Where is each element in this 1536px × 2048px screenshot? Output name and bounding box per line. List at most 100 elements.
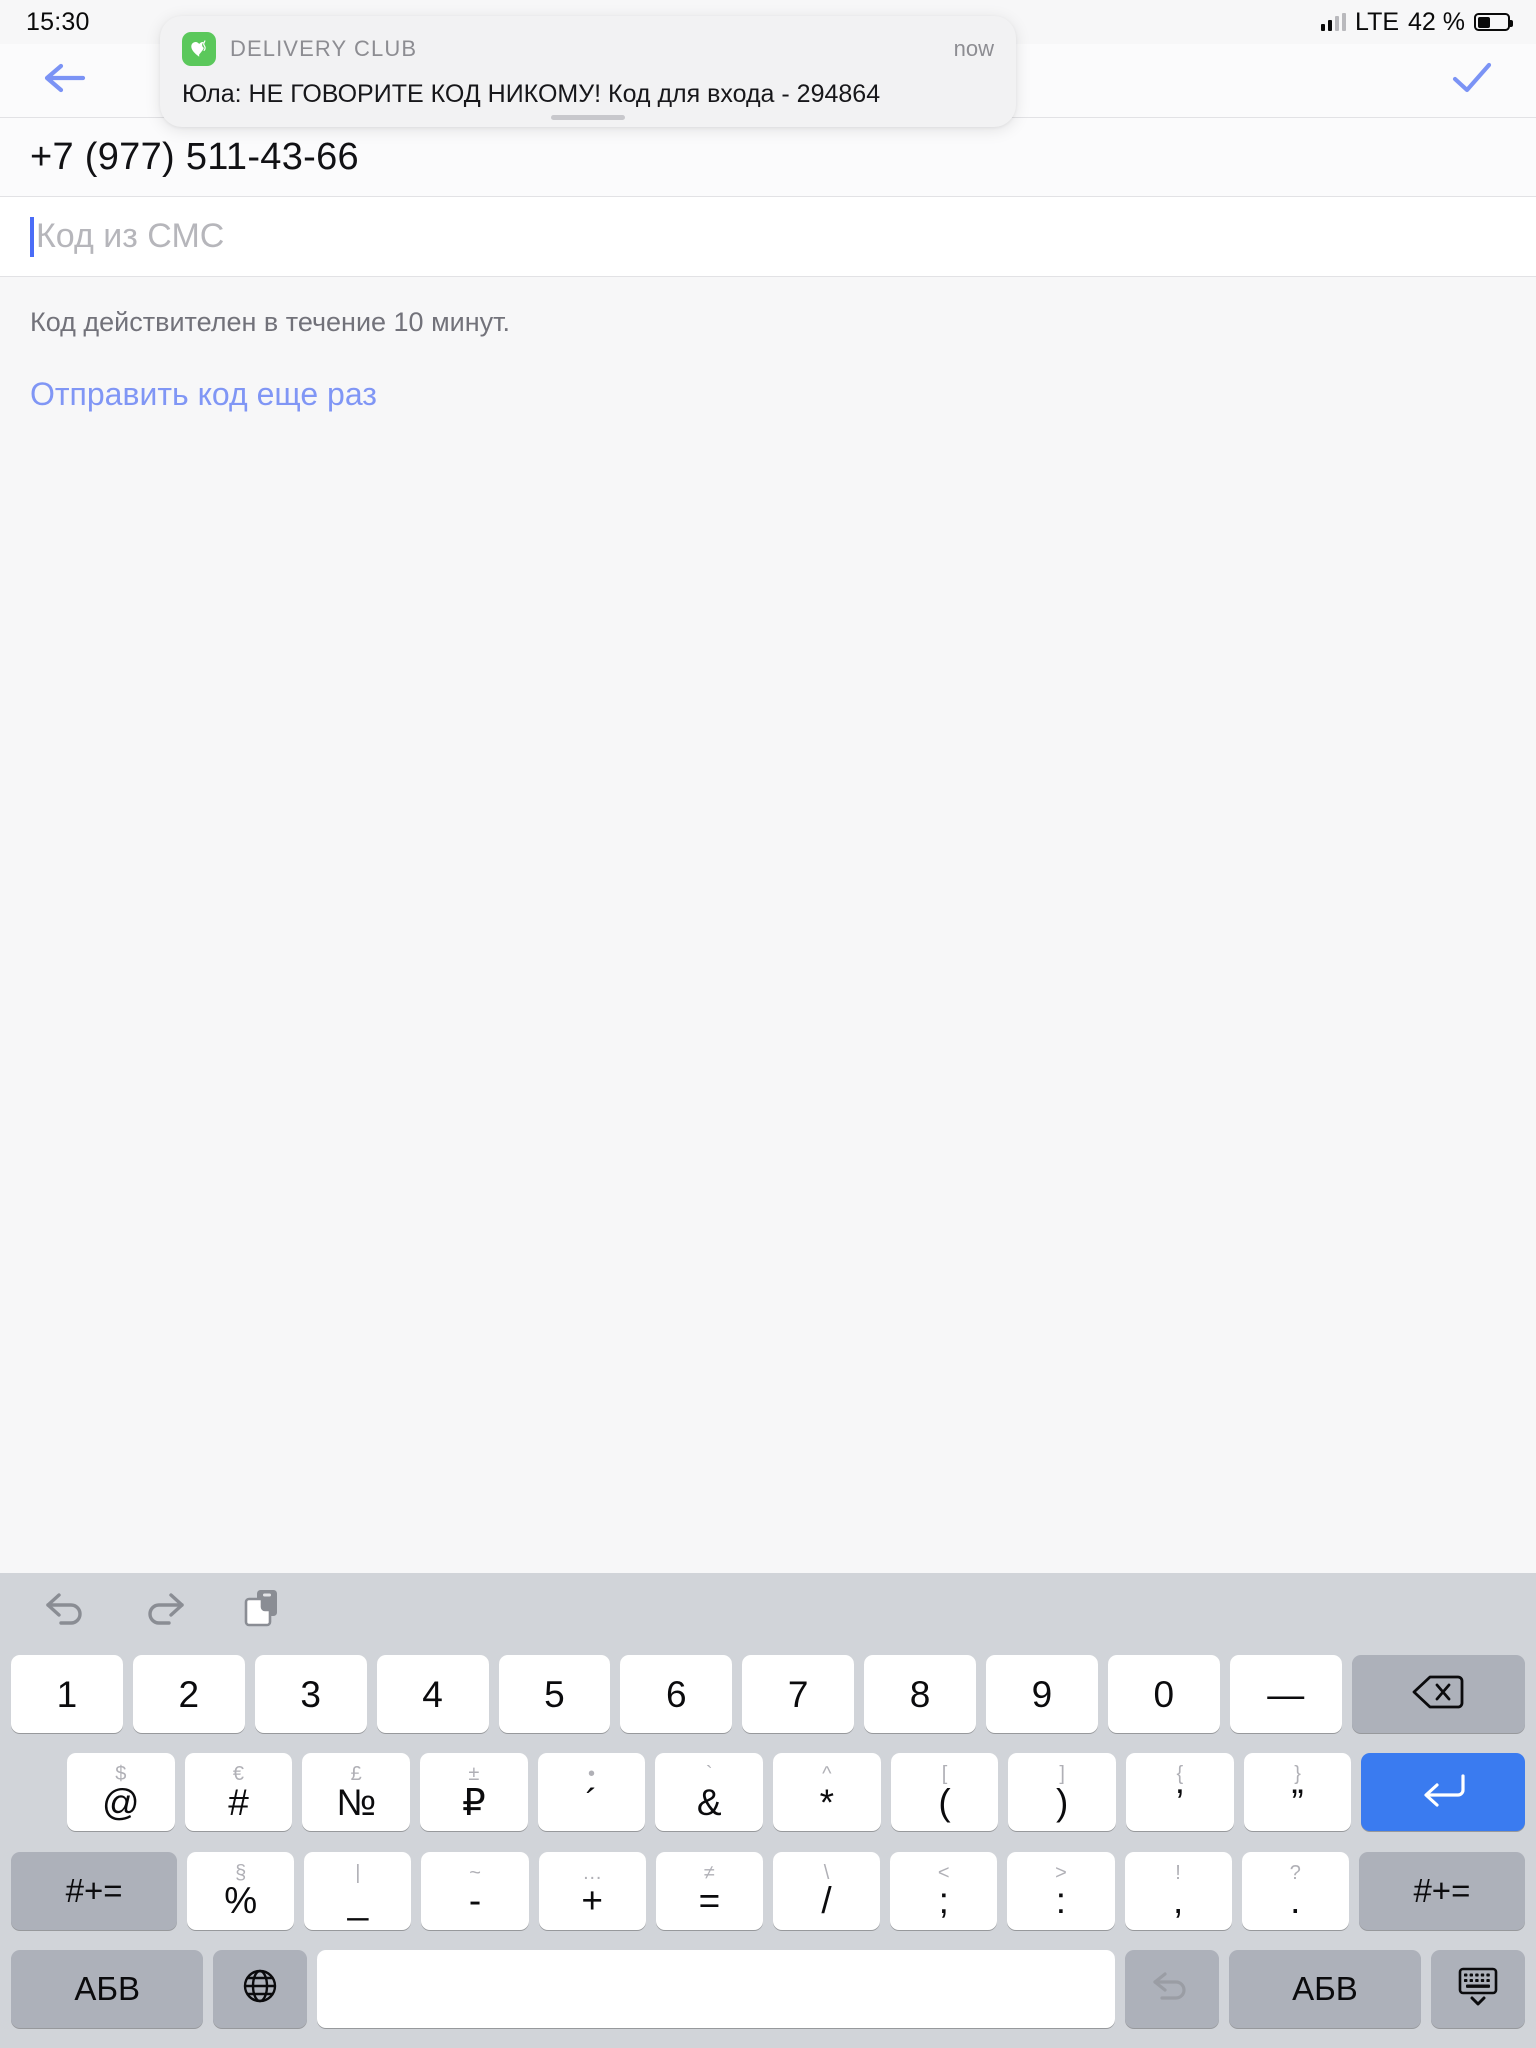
key-/[interactable]: \ / xyxy=(772,1851,881,1930)
key-symbols-right[interactable]: #+= xyxy=(1358,1851,1525,1930)
undo-button[interactable] xyxy=(38,1581,94,1637)
key---label: - xyxy=(468,1880,482,1922)
code-validity-hint: Код действителен в течение 10 минут. xyxy=(30,307,511,337)
key-8-label: 8 xyxy=(909,1673,931,1715)
done-button[interactable] xyxy=(1444,53,1500,109)
key-5[interactable]: 5 xyxy=(498,1655,611,1734)
key-´[interactable]: • ´ xyxy=(537,1753,646,1832)
key-globe[interactable] xyxy=(213,1949,308,2028)
key-@-secondary: $ xyxy=(115,1763,127,1786)
key-+[interactable]: … + xyxy=(538,1851,646,1930)
key-”-label: ” xyxy=(1291,1781,1304,1823)
key-*[interactable]: ^ * xyxy=(773,1753,881,1832)
key-7[interactable]: 7 xyxy=(742,1655,855,1734)
key-abc-right[interactable]: АБВ xyxy=(1228,1949,1422,2028)
notification-timestamp: now xyxy=(953,36,994,61)
key-backspace[interactable] xyxy=(1351,1655,1526,1734)
key-return[interactable] xyxy=(1361,1753,1526,1832)
banner-grabber-handle[interactable] xyxy=(551,114,625,120)
redo-icon xyxy=(141,1587,187,1632)
back-button[interactable] xyxy=(36,53,92,109)
resend-code-link[interactable]: Отправить код еще раз xyxy=(0,338,1536,413)
key-#-label: # xyxy=(228,1781,249,1823)
key-abc-left-label: АБВ xyxy=(74,1970,141,2008)
sms-code-input[interactable]: Код из СМС xyxy=(36,217,224,256)
key-:[interactable]: >: xyxy=(1007,1851,1115,1930)
globe-icon xyxy=(240,1966,280,2011)
key-(-label: ( xyxy=(938,1781,951,1823)
key-4[interactable]: 4 xyxy=(376,1655,489,1734)
key-)[interactable]: ]) xyxy=(1008,1753,1117,1832)
notification-app-info: DELIVERY CLUB xyxy=(182,32,417,66)
key-%-secondary: § xyxy=(235,1861,247,1884)
key-—-label: — xyxy=(1267,1673,1305,1715)
key-symbols-right-label: #+= xyxy=(1413,1872,1471,1910)
key-(-secondary: [ xyxy=(941,1763,948,1786)
sms-code-row[interactable]: Код из СМС xyxy=(0,197,1536,277)
key-1-label: 1 xyxy=(56,1673,78,1715)
key-2[interactable]: 2 xyxy=(132,1655,245,1734)
key-dictation-undo[interactable] xyxy=(1124,1949,1219,2028)
key-6[interactable]: 6 xyxy=(620,1655,733,1734)
back-arrow-icon xyxy=(41,58,87,103)
text-caret xyxy=(30,216,34,257)
key-*-secondary: ^ xyxy=(822,1763,832,1786)
keyboard-key-rows: 1 2 3 4 5 6 7 8 9 0— $ @ € # £ № ± ₽ • ´ ` & ^ *[(]){’}” #+= §%… xyxy=(0,1645,1536,2048)
key-#-secondary: € xyxy=(232,1763,245,1786)
paste-button[interactable] xyxy=(234,1581,290,1637)
key-5-label: 5 xyxy=(544,1673,565,1715)
key-abc-left[interactable]: АБВ xyxy=(11,1949,204,2028)
key-₽[interactable]: ± ₽ xyxy=(420,1753,528,1832)
key-₽-secondary: ± xyxy=(468,1763,480,1786)
key-’-label: ’ xyxy=(1175,1781,1184,1823)
key-8[interactable]: 8 xyxy=(864,1655,976,1734)
key-;[interactable]: <; xyxy=(890,1851,998,1930)
key-:-label: : xyxy=(1055,1880,1067,1922)
key-’[interactable]: {’ xyxy=(1126,1753,1234,1832)
phone-number-row[interactable]: +7 (977) 511-43-66 xyxy=(0,118,1536,197)
key-—[interactable]: — xyxy=(1229,1655,1342,1734)
key-_[interactable]: | _ xyxy=(304,1851,412,1930)
verification-form: +7 (977) 511-43-66 Код из СМС Код действ… xyxy=(0,118,1536,413)
on-screen-keyboard: 1 2 3 4 5 6 7 8 9 0— $ @ € # £ № ± ₽ • ´ ` & ^ *[(]){’}” #+= §%… xyxy=(0,1573,1536,2048)
key-3[interactable]: 3 xyxy=(254,1655,367,1734)
key-№[interactable]: £ № xyxy=(302,1753,410,1832)
key-+-label: + xyxy=(581,1880,604,1922)
notification-app-name: DELIVERY CLUB xyxy=(230,36,418,61)
key-=[interactable]: ≠ = xyxy=(655,1851,763,1930)
key-([interactable]: [( xyxy=(890,1753,999,1832)
key-%[interactable]: §% xyxy=(187,1851,295,1930)
key--[interactable]: ~ - xyxy=(421,1851,529,1930)
key-)-secondary: ] xyxy=(1059,1763,1065,1786)
key-abc-right-label: АБВ xyxy=(1292,1970,1358,2008)
delivery-club-icon xyxy=(182,32,216,66)
key-0[interactable]: 0 xyxy=(1107,1655,1220,1734)
key-_-secondary: | xyxy=(355,1861,361,1884)
key-”[interactable]: }” xyxy=(1243,1753,1352,1832)
key-.[interactable]: ?. xyxy=(1241,1851,1349,1930)
key-:-secondary: > xyxy=(1055,1861,1067,1884)
key-hide-keyboard[interactable] xyxy=(1431,1949,1525,2028)
key-&[interactable]: ` & xyxy=(655,1753,764,1832)
key-/-label: / xyxy=(821,1880,832,1922)
key-.-label: . xyxy=(1290,1880,1301,1922)
key-_-label: _ xyxy=(347,1880,369,1922)
backspace-icon xyxy=(1410,1672,1466,1717)
key-,[interactable]: !, xyxy=(1124,1851,1232,1930)
key-space[interactable] xyxy=(317,1949,1115,2028)
notification-banner[interactable]: DELIVERY CLUB now Юла: НЕ ГОВОРИТЕ КОД Н… xyxy=(160,16,1016,127)
key-*-label: * xyxy=(819,1781,835,1823)
key-1[interactable]: 1 xyxy=(11,1655,123,1734)
key-№-secondary: £ xyxy=(350,1763,362,1786)
status-right-cluster: LTE 42 % xyxy=(1320,7,1513,37)
keyboard-row-symbols-1: $ @ € # £ № ± ₽ • ´ ` & ^ *[(]){’}” xyxy=(6,1743,1530,1841)
key-symbols-left[interactable]: #+= xyxy=(11,1851,178,1930)
key-3-label: 3 xyxy=(300,1673,321,1715)
battery-percent-label: 42 % xyxy=(1408,7,1465,36)
redo-button[interactable] xyxy=(136,1581,192,1637)
checkmark-icon xyxy=(1450,59,1494,102)
network-label: LTE xyxy=(1355,7,1400,36)
key-#[interactable]: € # xyxy=(184,1753,293,1832)
key-9[interactable]: 9 xyxy=(986,1655,1098,1734)
key-@[interactable]: $ @ xyxy=(66,1753,175,1832)
